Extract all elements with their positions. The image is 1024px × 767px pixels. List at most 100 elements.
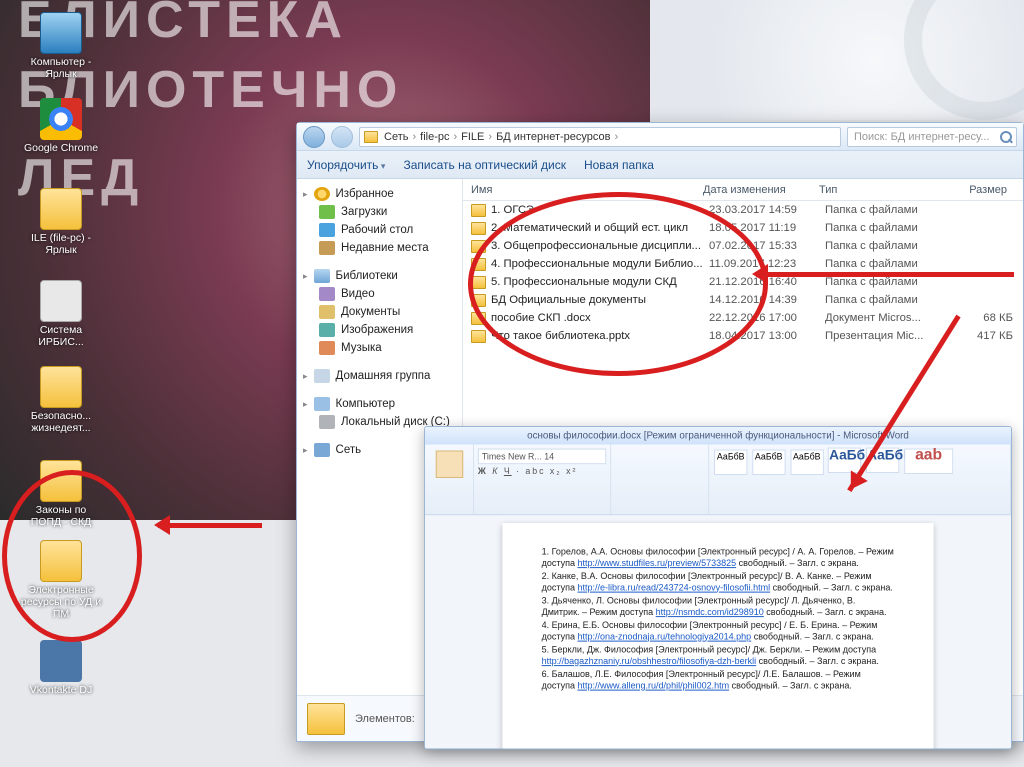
paragraph-group[interactable]: [611, 445, 709, 515]
nav-forward-button[interactable]: [331, 126, 353, 148]
file-type: Папка с файлами: [825, 222, 953, 234]
bc-seg[interactable]: Сеть: [384, 131, 408, 143]
folder-icon: [471, 276, 486, 289]
nav-downloads[interactable]: Загрузки: [297, 203, 462, 221]
nav-recent[interactable]: Недавние места: [297, 239, 462, 257]
search-icon: [1000, 131, 1012, 143]
nav-computer[interactable]: ▸Компьютер: [297, 395, 462, 413]
download-icon: [319, 205, 335, 219]
burn-button[interactable]: Записать на оптический диск: [403, 158, 566, 172]
desktop-icon[interactable]: Система ИРБИС...: [20, 280, 102, 348]
recent-icon: [319, 241, 335, 255]
file-type: Папка с файлами: [825, 258, 953, 270]
file-date: 18.05.2017 11:19: [709, 222, 825, 234]
doc-list-item: 2. Канке, В.А. Основы философии [Электро…: [542, 571, 895, 594]
doc-list-item: 6. Балашов, Л.Е. Философия [Электронный …: [542, 669, 895, 692]
col-size[interactable]: Размер: [947, 184, 1017, 196]
desktop-icon[interactable]: ILE (file-pc) - Ярлык: [20, 188, 102, 256]
file-name: Что такое библиотека.pptx: [491, 330, 709, 342]
paste-button[interactable]: [435, 451, 462, 478]
nav-video[interactable]: Видео: [297, 285, 462, 303]
icon-label: Компьютер - Ярлык: [20, 56, 102, 80]
file-row[interactable]: Что такое библиотека.pptx 18.04.2017 13:…: [463, 327, 1023, 345]
address-bar[interactable]: Сеть› file-pc› FILE› БД интернет-ресурсо…: [359, 127, 841, 147]
styles-group[interactable]: АаБбВ АаБбВ АаБбВ АаБбВ АаБбВ aab: [709, 445, 1011, 515]
nav-desktop[interactable]: Рабочий стол: [297, 221, 462, 239]
file-row[interactable]: 2. Математический и общий ест. цикл 18.0…: [463, 219, 1023, 237]
bc-seg[interactable]: file-pc: [420, 131, 449, 143]
file-size: 68 КБ: [953, 312, 1023, 324]
file-type: Папка с файлами: [825, 204, 953, 216]
desktop-icon[interactable]: Электронные ресурсы по УД и ПМ: [20, 540, 102, 620]
file-date: 21.12.2016 16:40: [709, 276, 825, 288]
app-icon: [40, 460, 82, 502]
nav-homegroup[interactable]: ▸Домашняя группа: [297, 367, 462, 385]
nav-music[interactable]: Музыка: [297, 339, 462, 357]
status-label: Элементов:: [355, 713, 415, 725]
file-row[interactable]: пособие СКП .docx 22.12.2016 17:00 Докум…: [463, 309, 1023, 327]
folder-icon: [364, 131, 378, 143]
desktop-icon[interactable]: Компьютер - Ярлык: [20, 12, 102, 80]
network-icon: [314, 443, 330, 457]
icon-label: Google Chrome: [20, 142, 102, 154]
nav-libraries[interactable]: ▸Библиотеки: [297, 267, 462, 285]
images-icon: [319, 323, 335, 337]
col-type[interactable]: Тип: [819, 184, 947, 196]
desktop-icon[interactable]: Законы по ПОПД - СКД: [20, 460, 102, 528]
font-group[interactable]: Times New R... 14 Ж К Ч · abc x₂ x²: [474, 445, 611, 515]
col-name[interactable]: Имя: [463, 184, 703, 196]
doc-list-item: 5. Беркли, Дж. Философия [Электронный ре…: [542, 645, 895, 668]
desktop-icon[interactable]: Безопасно... жизнедеят...: [20, 366, 102, 434]
file-name: БД Официальные документы: [491, 294, 709, 306]
hyperlink[interactable]: http://bagazhznaniy.ru/obshhestro/filoso…: [542, 656, 757, 666]
new-folder-button[interactable]: Новая папка: [584, 158, 654, 172]
doc-list-item: 4. Ерина, Е.Б. Основы философии [Электро…: [542, 620, 895, 643]
music-icon: [319, 341, 335, 355]
file-type: Папка с файлами: [825, 276, 953, 288]
hyperlink[interactable]: http://ona-znodnaja.ru/tehnologiya2014.p…: [577, 631, 751, 641]
file-row[interactable]: 4. Профессиональные модули Библио... 11.…: [463, 255, 1023, 273]
word-titlebar[interactable]: основы философии.docx [Режим ограниченно…: [425, 427, 1011, 445]
file-date: 18.04.2017 13:00: [709, 330, 825, 342]
file-row[interactable]: 5. Профессиональные модули СКД 21.12.201…: [463, 273, 1023, 291]
file-type: Папка с файлами: [825, 294, 953, 306]
desktop-icon[interactable]: Google Chrome: [20, 98, 102, 154]
file-type: Презентация Mic...: [825, 330, 953, 342]
file-size: 417 КБ: [953, 330, 1023, 342]
col-date[interactable]: Дата изменения: [703, 184, 819, 196]
file-row[interactable]: 1. ОГСЭ 23.03.2017 14:59 Папка с файлами: [463, 201, 1023, 219]
folder-icon: [471, 204, 486, 217]
hyperlink[interactable]: http://nsmdc.com/id298910: [656, 607, 764, 617]
icon-label: Электронные ресурсы по УД и ПМ: [20, 584, 102, 620]
bc-seg[interactable]: FILE: [461, 131, 484, 143]
hyperlink[interactable]: http://www.alleng.ru/d/phil/phil002.htm: [577, 680, 729, 690]
file-row[interactable]: БД Официальные документы 14.12.2016 14:3…: [463, 291, 1023, 309]
word-window: основы философии.docx [Режим ограниченно…: [424, 426, 1012, 749]
organize-menu[interactable]: Упорядочить: [307, 158, 385, 172]
icon-label: ILE (file-pc) - Ярлык: [20, 232, 102, 256]
file-date: 11.09.2017 12:23: [709, 258, 825, 270]
explorer-titlebar[interactable]: Сеть› file-pc› FILE› БД интернет-ресурсо…: [297, 123, 1023, 151]
hyperlink[interactable]: http://e-libra.ru/read/243724-osnovy-fil…: [577, 582, 770, 592]
search-input[interactable]: Поиск: БД интернет-ресу...: [847, 127, 1017, 147]
file-row[interactable]: 3. Общепрофессиональные дисципли... 07.0…: [463, 237, 1023, 255]
nav-documents[interactable]: Документы: [297, 303, 462, 321]
doc-list-item: 3. Дьяченко, Л. Основы философии [Электр…: [542, 596, 895, 619]
file-name: 2. Математический и общий ест. цикл: [491, 222, 709, 234]
app-icon: [40, 280, 82, 322]
column-headers[interactable]: Имя Дата изменения Тип Размер: [463, 179, 1023, 201]
nav-back-button[interactable]: [303, 126, 325, 148]
desktop-icon: [319, 223, 335, 237]
app-icon: [40, 640, 82, 682]
presentation-bg: [649, 0, 1024, 120]
bc-seg[interactable]: БД интернет-ресурсов: [496, 131, 610, 143]
word-ribbon[interactable]: Times New R... 14 Ж К Ч · abc x₂ x² АаБб…: [425, 445, 1011, 516]
nav-favorites[interactable]: ▸Избранное: [297, 185, 462, 203]
app-icon: [40, 12, 82, 54]
nav-images[interactable]: Изображения: [297, 321, 462, 339]
app-icon: [40, 188, 82, 230]
hyperlink[interactable]: http://www.studfiles.ru/preview/5733825: [577, 558, 736, 568]
word-page: 1. Горелов, А.А. Основы философии [Элект…: [502, 523, 933, 749]
swirl-decor: [904, 0, 1024, 120]
desktop-icon[interactable]: Vkontakte DJ: [20, 640, 102, 696]
